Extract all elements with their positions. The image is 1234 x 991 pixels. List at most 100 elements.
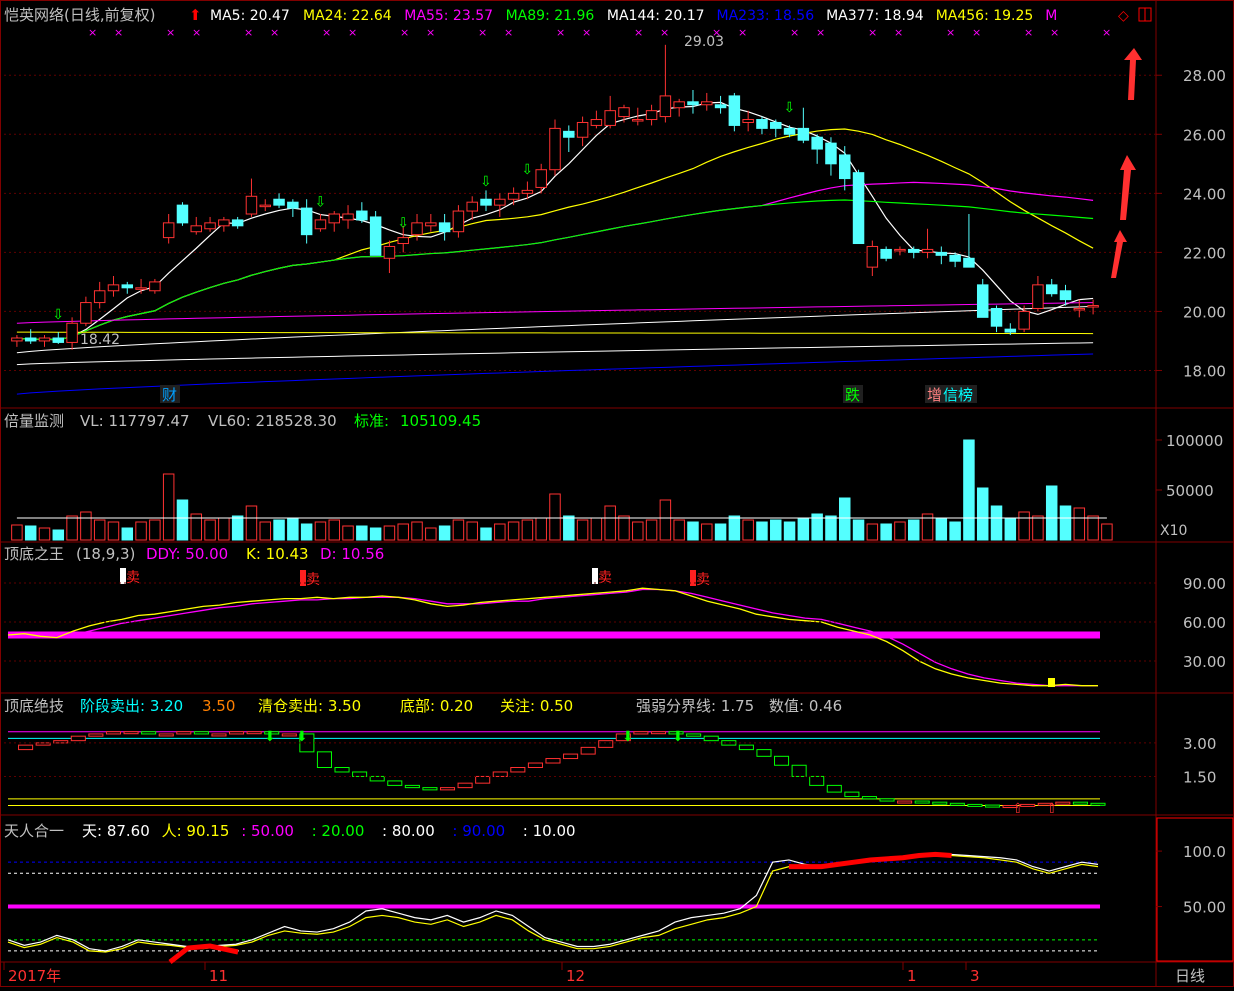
ma-legend-item-6: MA377: 18.94 — [826, 8, 924, 24]
marker-x-0: × — [88, 26, 97, 39]
candle-body-45 — [632, 119, 644, 122]
candle-48 — [673, 98, 685, 117]
stage-bar-12 — [211, 733, 227, 737]
volume-bar-51 — [714, 523, 727, 541]
volume-bar-44 — [618, 515, 630, 541]
chart-svg[interactable]: 恺英网络(日线,前复权) ⬆ MA5: 20.47 MA24: 22.64 MA55… — [0, 0, 1234, 987]
marker-x-16: × — [504, 26, 513, 39]
volume-panel[interactable]: 倍量监测 VL: 117797.47 VL60: 218528.30 标准: 1… — [4, 412, 1223, 541]
trh-axis-frame — [1156, 817, 1234, 962]
stage-bar-14 — [246, 731, 262, 735]
candle-body-11 — [162, 222, 175, 239]
volume-bar-50 — [701, 523, 713, 541]
candle-body-50 — [701, 101, 713, 106]
candle-body-59 — [825, 142, 837, 165]
ma-legend: MA5: 20.47 MA24: 22.64 MA55: 23.57 MA89: 21… — [88, 8, 1111, 39]
volume-bar-3 — [52, 529, 65, 541]
buy-arrow-icon-5: ⇩ — [784, 100, 796, 116]
candle-body-60 — [839, 154, 851, 180]
stage-legend: 阶段卖出: 3.20 3.50 清仓卖出: 3.50 底部: 0.20 关注: 0.50… — [80, 697, 842, 715]
candle-20 — [287, 199, 299, 217]
candle-16 — [231, 216, 244, 229]
candle-body-2 — [38, 337, 51, 342]
candle-62 — [866, 240, 879, 276]
candle-body-61 — [852, 172, 865, 245]
stage-down-arrow-icon-3: ⬇ — [672, 729, 684, 745]
volume-bar-8 — [121, 527, 134, 541]
candle-body-6 — [93, 290, 106, 304]
trh-legend-item-1: 人: 90.15 — [162, 822, 230, 840]
candle-body-48 — [673, 101, 685, 109]
kdj-panel[interactable]: 顶底之王 (18,9,3) DDY: 50.00 K: 10.43 D: 10.… — [4, 545, 1226, 687]
kdj-d: D: 10.56 — [320, 545, 384, 563]
stage-bar-23 — [404, 784, 420, 789]
stage-bar-11 — [193, 731, 209, 735]
kdj-y-axis: 90.00 60.00 30.00 — [4, 575, 1226, 671]
marker-x-18: × — [556, 26, 565, 39]
stage-bar-41 — [721, 740, 737, 746]
candlesticks — [11, 44, 1099, 350]
volume-bar-72 — [1004, 517, 1017, 541]
candle-body-70 — [976, 284, 989, 318]
candle-78 — [1087, 299, 1099, 315]
trh-legend-item-5: : 90.00 — [452, 822, 505, 840]
volume-bar-2 — [38, 527, 51, 541]
volume-bar-46 — [645, 519, 658, 541]
volume-y-tick-0: 100000 — [1166, 432, 1223, 450]
event-tag-3: 信榜 — [943, 386, 973, 404]
candle-41 — [576, 116, 589, 147]
candle-60 — [839, 146, 851, 191]
candle-body-21 — [300, 207, 313, 236]
main-price-panel[interactable]: 恺英网络(日线,前复权) ⬆ MA5: 20.47 MA24: 22.64 MA55… — [4, 6, 1226, 404]
volume-bar-17 — [245, 505, 258, 541]
stage-bar-47 — [826, 784, 842, 793]
stage-panel[interactable]: 顶底绝技 阶段卖出: 3.20 3.50 清仓卖出: 3.50 底部: 0.20 关注:… — [4, 697, 1216, 817]
marker-x-13: × — [426, 26, 435, 39]
trh-lines — [7, 851, 1100, 964]
kdj-signal-0: 卖 — [126, 570, 140, 586]
marker-x-31: × — [894, 26, 903, 39]
stage-bar-19 — [334, 767, 350, 773]
trh-title: 天人合一 — [4, 822, 64, 840]
volume-bar-42 — [590, 517, 603, 541]
trh-panel[interactable]: 天人合一 天: 87.60 人: 90.15: 50.00: 20.00: 80.… — [4, 822, 1226, 964]
candle-body-9 — [135, 287, 147, 290]
stage-bar-51 — [897, 800, 913, 804]
low-price-label: 18.42 — [80, 332, 120, 348]
stage-y-tick-0: 3.00 — [1183, 735, 1216, 753]
candle-body-42 — [590, 119, 603, 126]
candle-body-49 — [687, 101, 699, 106]
period-label[interactable]: 日线 — [1175, 967, 1205, 985]
kdj-k: K: 10.43 — [246, 545, 309, 563]
volume-bar-59 — [825, 515, 837, 541]
marker-x-30: × — [868, 26, 877, 39]
buy-arrow-icon-4: ⇩ — [521, 162, 533, 178]
marker-x-28: × — [816, 26, 825, 39]
candle-body-57 — [797, 127, 810, 141]
candle-body-76 — [1059, 290, 1072, 301]
target-arrow-icon-2 — [1120, 155, 1136, 220]
stage-bar-9 — [158, 733, 174, 737]
candle-body-19 — [273, 198, 285, 206]
marker-x-12: × — [400, 26, 409, 39]
diamond-icon[interactable]: ◇ — [1118, 8, 1129, 24]
trh-y-axis: 100.0 50.00 — [1156, 843, 1226, 917]
marker-x-25: × — [738, 26, 747, 39]
marker-x-21: × — [634, 26, 643, 39]
volume-bar-21 — [300, 523, 313, 541]
candle-52 — [728, 92, 741, 132]
candle-14 — [204, 216, 216, 232]
candle-body-66 — [921, 248, 934, 253]
target-arrow-icon-1 — [1124, 48, 1142, 100]
marker-x-34: × — [972, 26, 981, 39]
candle-39 — [549, 119, 561, 176]
stock-chart[interactable]: 恺英网络(日线,前复权) ⬆ MA5: 20.47 MA24: 22.64 MA55… — [0, 0, 1234, 987]
volume-bar-36 — [507, 521, 520, 541]
kdj-lines: 卖卖卖卖 — [7, 568, 1100, 687]
volume-bar-75 — [1045, 485, 1058, 541]
stage-bar-56 — [984, 804, 1001, 808]
marker-x-10: × — [348, 26, 357, 39]
ma-legend-item-8: M — [1045, 8, 1057, 24]
volume-bar-27 — [383, 525, 396, 541]
candle-75 — [1045, 278, 1058, 297]
